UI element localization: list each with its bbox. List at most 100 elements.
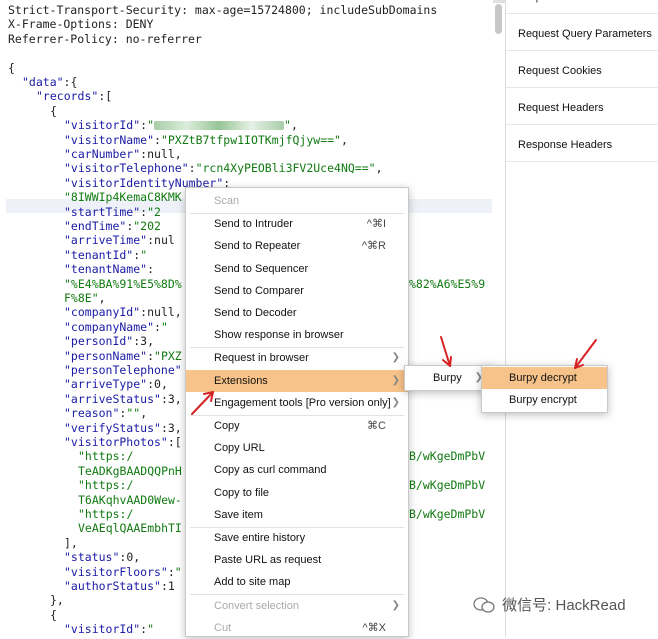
json-key: "reason" (64, 406, 119, 420)
json-key: "personName" (64, 349, 147, 363)
json-line: "personTelephone" (64, 363, 182, 377)
json-punct: :[ (98, 89, 112, 103)
json-punct: }, (50, 593, 64, 607)
json-string: " (140, 248, 147, 262)
menu-item-engagement-tools-pro-version-only[interactable]: Engagement tools [Pro version only]❯ (186, 392, 408, 414)
wechat-watermark: 微信号: HackRead (473, 594, 626, 615)
menu-item-shortcut: ^⌘I (367, 213, 386, 235)
json-string: "https:/ (78, 449, 133, 463)
json-punct: :3, (133, 334, 154, 348)
scrollbar-track (493, 0, 505, 3)
json-line: ], (64, 536, 78, 550)
menu-item-paste-url-as-request[interactable]: Paste URL as request (186, 549, 408, 571)
json-key: "verifyStatus" (64, 421, 161, 435)
menu-item-send-to-repeater[interactable]: Send to Repeater^⌘R (186, 235, 408, 257)
menu-item-send-to-intruder[interactable]: Send to Intruder^⌘I (186, 213, 408, 235)
menu-item-scan[interactable]: Scan (186, 190, 408, 212)
json-key: "authorStatus" (64, 579, 161, 593)
menu-item-copy-as-curl-command[interactable]: Copy as curl command (186, 459, 408, 481)
json-string: "%E4%BA%91%E5%8D% (64, 277, 182, 291)
menu-item-cut[interactable]: Cut^⌘X (186, 617, 408, 639)
menu-item-copy-to-file[interactable]: Copy to file (186, 482, 408, 504)
json-punct: :0, (147, 377, 168, 391)
json-punct: :0, (119, 550, 140, 564)
json-line: { (50, 608, 57, 622)
inspector-item-request-attributes[interactable]: Request Attributes (506, 0, 658, 14)
json-string-fragment: B/wKgeDmPbV (409, 507, 485, 521)
json-string-fragment: %82%A6%E5%9 (409, 277, 485, 291)
json-string: " (284, 118, 291, 132)
json-line: "authorStatus":1 (64, 579, 175, 593)
json-string: TeADKgBAADQQPnH (78, 464, 182, 478)
watermark-text: 微信号: HackRead (502, 597, 625, 614)
menu-item-send-to-decoder[interactable]: Send to Decoder (186, 302, 408, 324)
menu-item-label: Save item (214, 509, 263, 521)
json-key: "visitorId" (64, 118, 140, 132)
json-key: "status" (64, 550, 119, 564)
response-header-line: Referrer-Policy: no-referrer (8, 32, 202, 46)
menu-item-label: Send to Decoder (214, 307, 297, 319)
menu-item-burpy-encrypt[interactable]: Burpy encrypt (482, 389, 607, 411)
json-punct: : (154, 320, 161, 334)
chevron-right-icon: ❯ (392, 392, 400, 414)
response-header-line: Strict-Transport-Security: max-age=15724… (8, 3, 437, 17)
json-punct: { (50, 608, 57, 622)
inspector-item-response-headers[interactable]: Response Headers (506, 125, 658, 162)
menu-item-send-to-sequencer[interactable]: Send to Sequencer (186, 258, 408, 280)
menu-item-extensions[interactable]: Extensions❯ (186, 370, 408, 392)
json-line: "arriveTime":nul (64, 233, 175, 247)
menu-item-convert-selection[interactable]: Convert selection❯ (186, 595, 408, 617)
inspector-panel: Request Attributes Request Query Paramet… (505, 0, 658, 637)
json-line: "tenantId":" (64, 248, 147, 262)
menu-item-shortcut: ⌘C (367, 415, 386, 437)
context-menu: Scan Send to Intruder^⌘ISend to Repeater^… (185, 187, 409, 637)
menu-item-label: Scan (214, 195, 239, 207)
menu-item-label: Save entire history (214, 532, 305, 544)
json-punct: : (189, 161, 196, 175)
menu-item-label: Copy (214, 420, 240, 432)
json-line: "companyId":null, (64, 305, 182, 319)
menu-item-burpy[interactable]: Burpy ❯ (405, 367, 493, 389)
json-string: "PXZ (154, 349, 182, 363)
json-line: "personId":3, (64, 334, 154, 348)
menu-item-save-entire-history[interactable]: Save entire history (186, 527, 408, 549)
inspector-item-request-query-parameters[interactable]: Request Query Parameters (506, 14, 658, 51)
menu-item-show-response-in-browser[interactable]: Show response in browser (186, 324, 408, 346)
json-key: "companyId" (64, 305, 140, 319)
menu-item-send-to-comparer[interactable]: Send to Comparer (186, 280, 408, 302)
json-punct: , (376, 161, 383, 175)
menu-item-label: Paste URL as request (214, 554, 321, 566)
json-punct: :nul (147, 233, 175, 247)
json-key: "data" (22, 75, 64, 89)
json-key: "visitorId" (64, 622, 140, 636)
json-line: "visitorTelephone":"rcn4XyPEOBli3FV2Uce4… (64, 161, 383, 175)
burpy-submenu: Burpy decrypt Burpy encrypt (481, 365, 608, 413)
json-punct: :{ (64, 75, 78, 89)
response-header-line: X-Frame-Options: DENY (8, 17, 153, 31)
json-key: "arriveTime" (64, 233, 147, 247)
json-key: "companyName" (64, 320, 154, 334)
json-string: "8IWWIp4KemaC8KMK (64, 190, 182, 204)
scrollbar-thumb[interactable] (495, 4, 502, 34)
json-line: F%8E", (64, 291, 106, 305)
menu-item-copy[interactable]: Copy ⌘C (186, 415, 408, 437)
json-line: "status":0, (64, 550, 140, 564)
json-punct: :null, (140, 305, 182, 319)
json-line: "verifyStatus":3, (64, 421, 182, 435)
json-punct: : (154, 133, 161, 147)
menu-item-copy-url[interactable]: Copy URL (186, 437, 408, 459)
json-line: "arriveType":0, (64, 377, 168, 391)
json-string: "" (126, 406, 140, 420)
inspector-item-request-cookies[interactable]: Request Cookies (506, 51, 658, 88)
json-line: "https:/ (78, 449, 133, 463)
menu-item-request-in-browser[interactable]: Request in browser❯ (186, 347, 408, 369)
menu-item-label: Engagement tools [Pro version only] (214, 397, 391, 409)
menu-item-save-item[interactable]: Save item (186, 504, 408, 526)
json-punct: :3, (161, 392, 182, 406)
menu-item-label: Cut (214, 622, 231, 634)
menu-item-label: Send to Sequencer (214, 263, 308, 275)
inspector-item-request-headers[interactable]: Request Headers (506, 88, 658, 125)
menu-item-burpy-decrypt[interactable]: Burpy decrypt (482, 367, 607, 389)
menu-item-add-to-site-map[interactable]: Add to site map (186, 571, 408, 593)
json-line: }, (50, 593, 64, 607)
